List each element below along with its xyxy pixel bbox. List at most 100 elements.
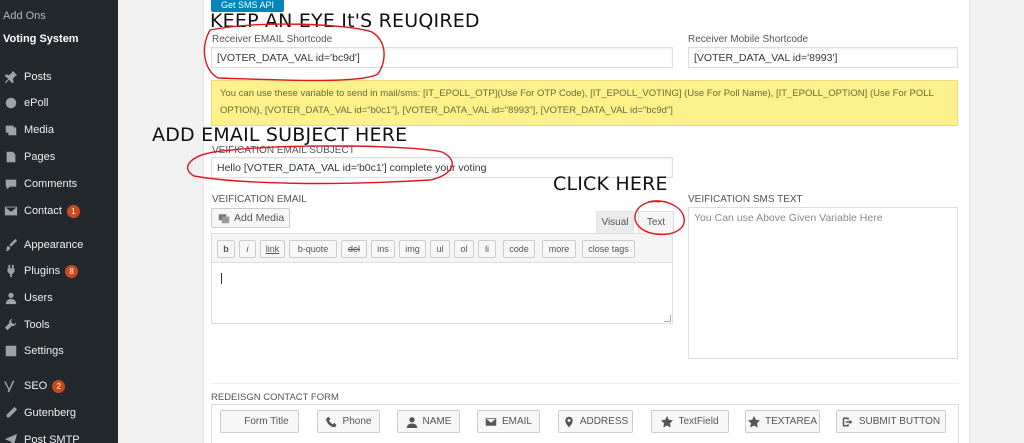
email-body-label: VEIFICATION EMAIL <box>212 194 307 205</box>
mail-icon <box>3 203 19 219</box>
sidebar-item-contact[interactable]: Contact 1 <box>0 198 118 224</box>
sidebar-item-label: Pages <box>24 151 56 163</box>
qt-italic-button[interactable]: i <box>239 240 256 258</box>
text-caret <box>221 273 222 284</box>
address-button[interactable]: ADDRESS <box>558 410 633 433</box>
sidebar-item-post-smtp[interactable]: Post SMTP <box>0 427 118 443</box>
location-icon <box>565 416 573 427</box>
add-media-label: Add Media <box>234 212 285 224</box>
user-icon <box>3 290 19 306</box>
receiver-email-label: Receiver EMAIL Shortcode <box>212 34 333 45</box>
sidebar-item-label: Plugins <box>24 265 61 277</box>
form-title-button[interactable]: Form Title <box>220 410 299 433</box>
email-subject-label: VEIFICATION EMAIL SUBJECT <box>212 145 355 156</box>
sidebar-item-pages[interactable]: Pages <box>0 144 118 170</box>
notice-line-1: You can use these variable to send in ma… <box>220 88 934 99</box>
sidebar-item-label: Post SMTP <box>24 434 80 443</box>
quicktags-toolbar: b i link b-quote del ins img ul ol li co… <box>211 233 673 263</box>
sidebar-item-epoll[interactable]: ePoll <box>0 90 118 116</box>
sidebar-item-gutenberg[interactable]: Gutenberg <box>0 400 118 426</box>
add-media-button[interactable]: Add Media <box>211 208 290 228</box>
qt-close-tags-button[interactable]: close tags <box>582 240 635 258</box>
sidebar-item-users[interactable]: Users <box>0 285 118 311</box>
resize-handle[interactable] <box>664 315 671 322</box>
textarea-button[interactable]: TEXTAREA <box>745 410 820 433</box>
star-icon <box>747 415 760 427</box>
sms-text-textarea[interactable]: You Can use Above Given Variable Here <box>688 207 958 359</box>
sidebar-item-seo[interactable]: SEO 2 <box>0 373 118 399</box>
sms-text-label: VEIFICATION SMS TEXT <box>688 194 803 205</box>
sidebar-item-label: Tools <box>24 319 50 331</box>
submit-button-button[interactable]: SUBMIT BUTTON <box>836 410 946 433</box>
submenu-add-ons[interactable]: Add Ons <box>0 10 118 22</box>
qt-ol-button[interactable]: ol <box>454 240 474 258</box>
qt-link-button[interactable]: link <box>260 240 285 258</box>
qt-more-button[interactable]: more <box>542 240 576 258</box>
phone-button[interactable]: Phone <box>317 410 380 433</box>
name-button[interactable]: NAME <box>397 410 460 433</box>
textarea-label: TEXTAREA <box>764 416 818 427</box>
variables-notice: You can use these variable to send in ma… <box>211 80 958 126</box>
qt-ul-button[interactable]: ul <box>430 240 450 258</box>
phone-label: Phone <box>342 416 372 427</box>
qt-code-button[interactable]: code <box>503 240 535 258</box>
email-button[interactable]: EMAIL <box>477 410 540 433</box>
notice-line-2: OPTION), [VOTER_DATA_VAL id="b0c1"], [VO… <box>220 105 673 116</box>
brush-icon <box>3 237 19 253</box>
textfield-button[interactable]: TextField <box>651 410 729 433</box>
sidebar-item-appearance[interactable]: Appearance <box>0 232 118 258</box>
pen-icon <box>3 405 19 421</box>
sidebar-item-media[interactable]: Media <box>0 117 118 143</box>
address-label: ADDRESS <box>579 416 629 427</box>
annotation-click-here: CLICK HERE <box>553 173 668 195</box>
settings-icon <box>3 343 19 359</box>
annotation-add-email-subject: ADD EMAIL SUBJECT HERE <box>152 124 408 146</box>
phone-icon <box>325 416 337 427</box>
sidebar-item-settings[interactable]: Settings <box>0 338 118 364</box>
notification-badge: 8 <box>65 264 79 278</box>
qt-img-button[interactable]: img <box>399 240 426 258</box>
annotation-keep-an-eye: KEEP AN EYE It'S REUQIRED <box>210 10 480 32</box>
email-label: EMAIL <box>501 416 532 427</box>
comment-icon <box>3 176 19 192</box>
sidebar-item-label: Contact <box>24 205 62 217</box>
submit-icon <box>842 417 853 426</box>
receiver-mobile-input[interactable]: [VOTER_DATA_VAL id='8993'] <box>688 47 958 68</box>
tab-text[interactable]: Text <box>638 211 674 233</box>
email-body-textarea[interactable] <box>211 263 673 324</box>
sidebar-item-label: Gutenberg <box>24 407 76 419</box>
receiver-email-input[interactable]: [VOTER_DATA_VAL id='bc9d'] <box>211 47 673 68</box>
submenu-voting-system[interactable]: Voting System <box>0 33 118 45</box>
wrench-icon <box>3 317 19 333</box>
contact-form-label: REDEISGN CONTACT FORM <box>211 392 339 403</box>
star-icon <box>661 415 674 427</box>
plug-icon <box>3 263 19 279</box>
sidebar-item-label: SEO <box>24 380 48 392</box>
sidebar-item-plugins[interactable]: Plugins 8 <box>0 258 118 284</box>
name-label: NAME <box>422 416 452 427</box>
user-icon <box>406 416 417 428</box>
sidebar-item-label: Media <box>24 124 54 136</box>
sidebar-item-label: Comments <box>24 178 78 190</box>
sidebar-item-label: Settings <box>24 345 64 357</box>
admin-sidebar: Add Ons Voting System Posts ePoll Media … <box>0 0 118 443</box>
qt-bold-button[interactable]: b <box>217 240 235 258</box>
sidebar-item-label: ePoll <box>24 97 49 109</box>
envelope-icon <box>485 417 497 426</box>
sidebar-item-comments[interactable]: Comments <box>0 171 118 197</box>
qt-li-button[interactable]: li <box>478 240 496 258</box>
sidebar-item-label: Appearance <box>24 239 84 251</box>
notification-badge: 2 <box>52 379 66 393</box>
sidebar-item-label: Posts <box>24 71 52 83</box>
textfield-label: TextField <box>678 416 719 427</box>
receiver-mobile-label: Receiver Mobile Shortcode <box>688 34 809 45</box>
qt-blockquote-button[interactable]: b-quote <box>289 240 337 258</box>
qt-del-button[interactable]: del <box>341 240 367 258</box>
tab-visual[interactable]: Visual <box>596 211 634 233</box>
notification-badge: 1 <box>66 204 80 218</box>
sidebar-item-posts[interactable]: Posts <box>0 64 118 90</box>
media-icon <box>3 122 19 138</box>
form-title-label: Form Title <box>244 416 289 427</box>
sidebar-item-tools[interactable]: Tools <box>0 312 118 338</box>
qt-ins-button[interactable]: ins <box>371 240 395 258</box>
